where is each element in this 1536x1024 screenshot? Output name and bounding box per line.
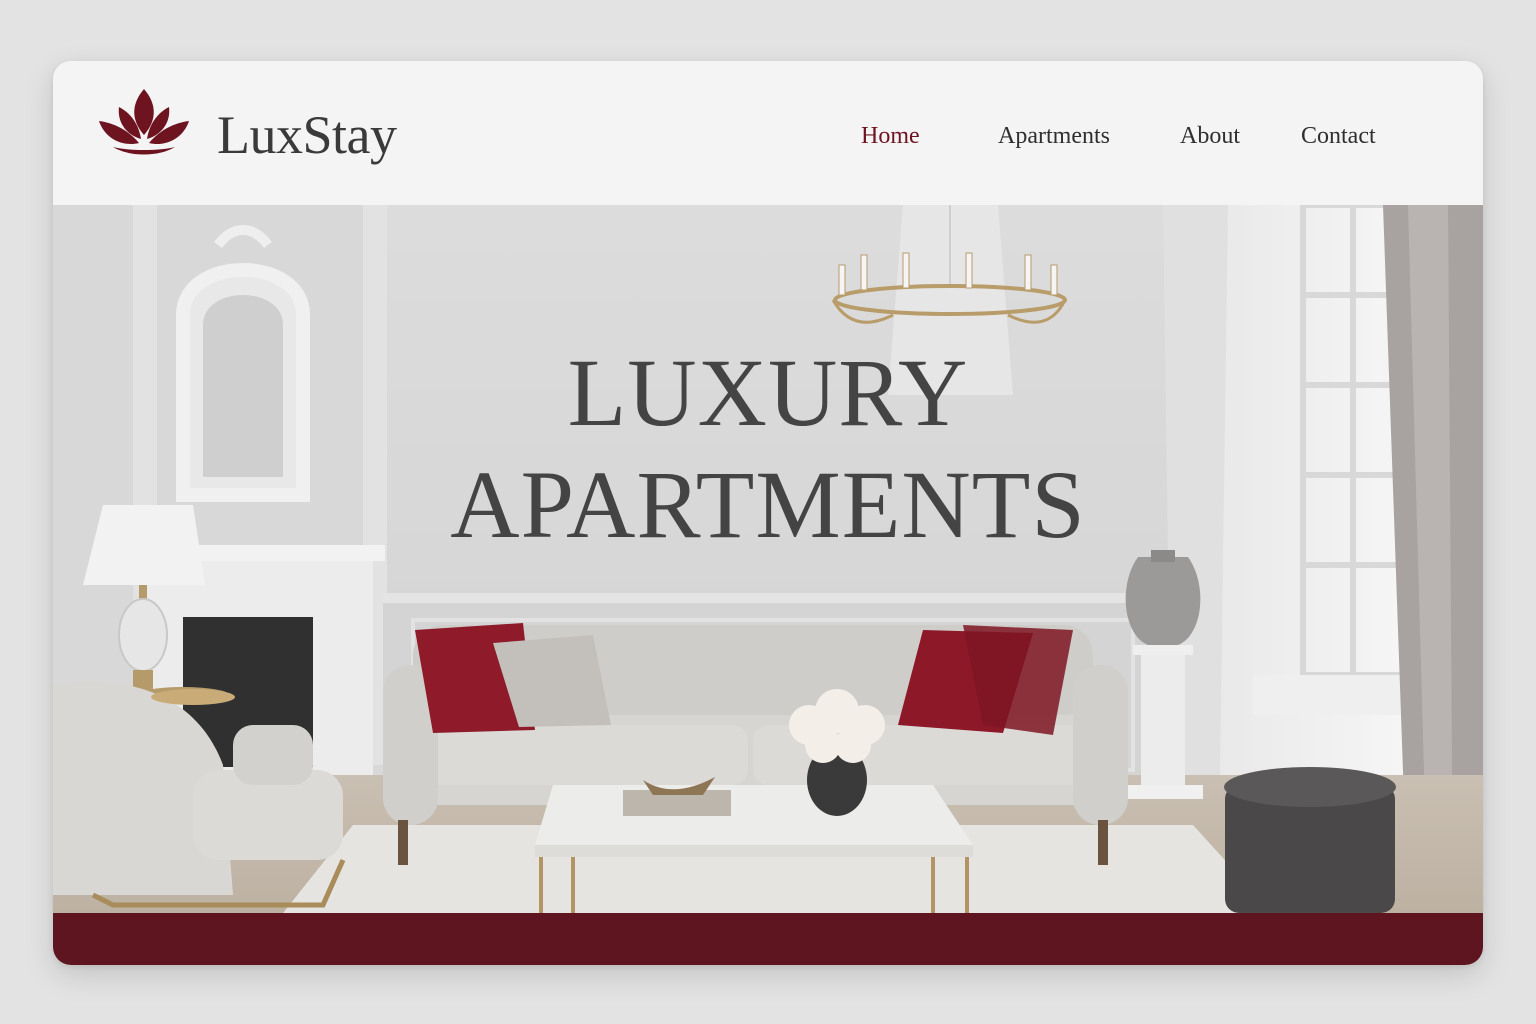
nav-about[interactable]: About — [1180, 121, 1240, 151]
hero-title-line1: LUXURY — [567, 339, 969, 446]
hero-banner: LUXURY APARTMENTS — [53, 205, 1483, 913]
living-room-image — [53, 205, 1483, 913]
nav-home[interactable]: Home — [861, 121, 920, 151]
lotus-icon[interactable] — [99, 87, 189, 159]
brand-name[interactable]: LuxStay — [217, 105, 397, 165]
site-header: LuxStay Home Apartments About Contact — [53, 61, 1483, 205]
nav-contact[interactable]: Contact — [1301, 121, 1376, 151]
ottoman — [1224, 767, 1396, 913]
footer-bar — [53, 913, 1483, 965]
page-card: LuxStay Home Apartments About Contact LU… — [53, 61, 1483, 965]
hero-title-line2: APARTMENTS — [450, 451, 1086, 558]
nav-apartments[interactable]: Apartments — [998, 121, 1110, 151]
